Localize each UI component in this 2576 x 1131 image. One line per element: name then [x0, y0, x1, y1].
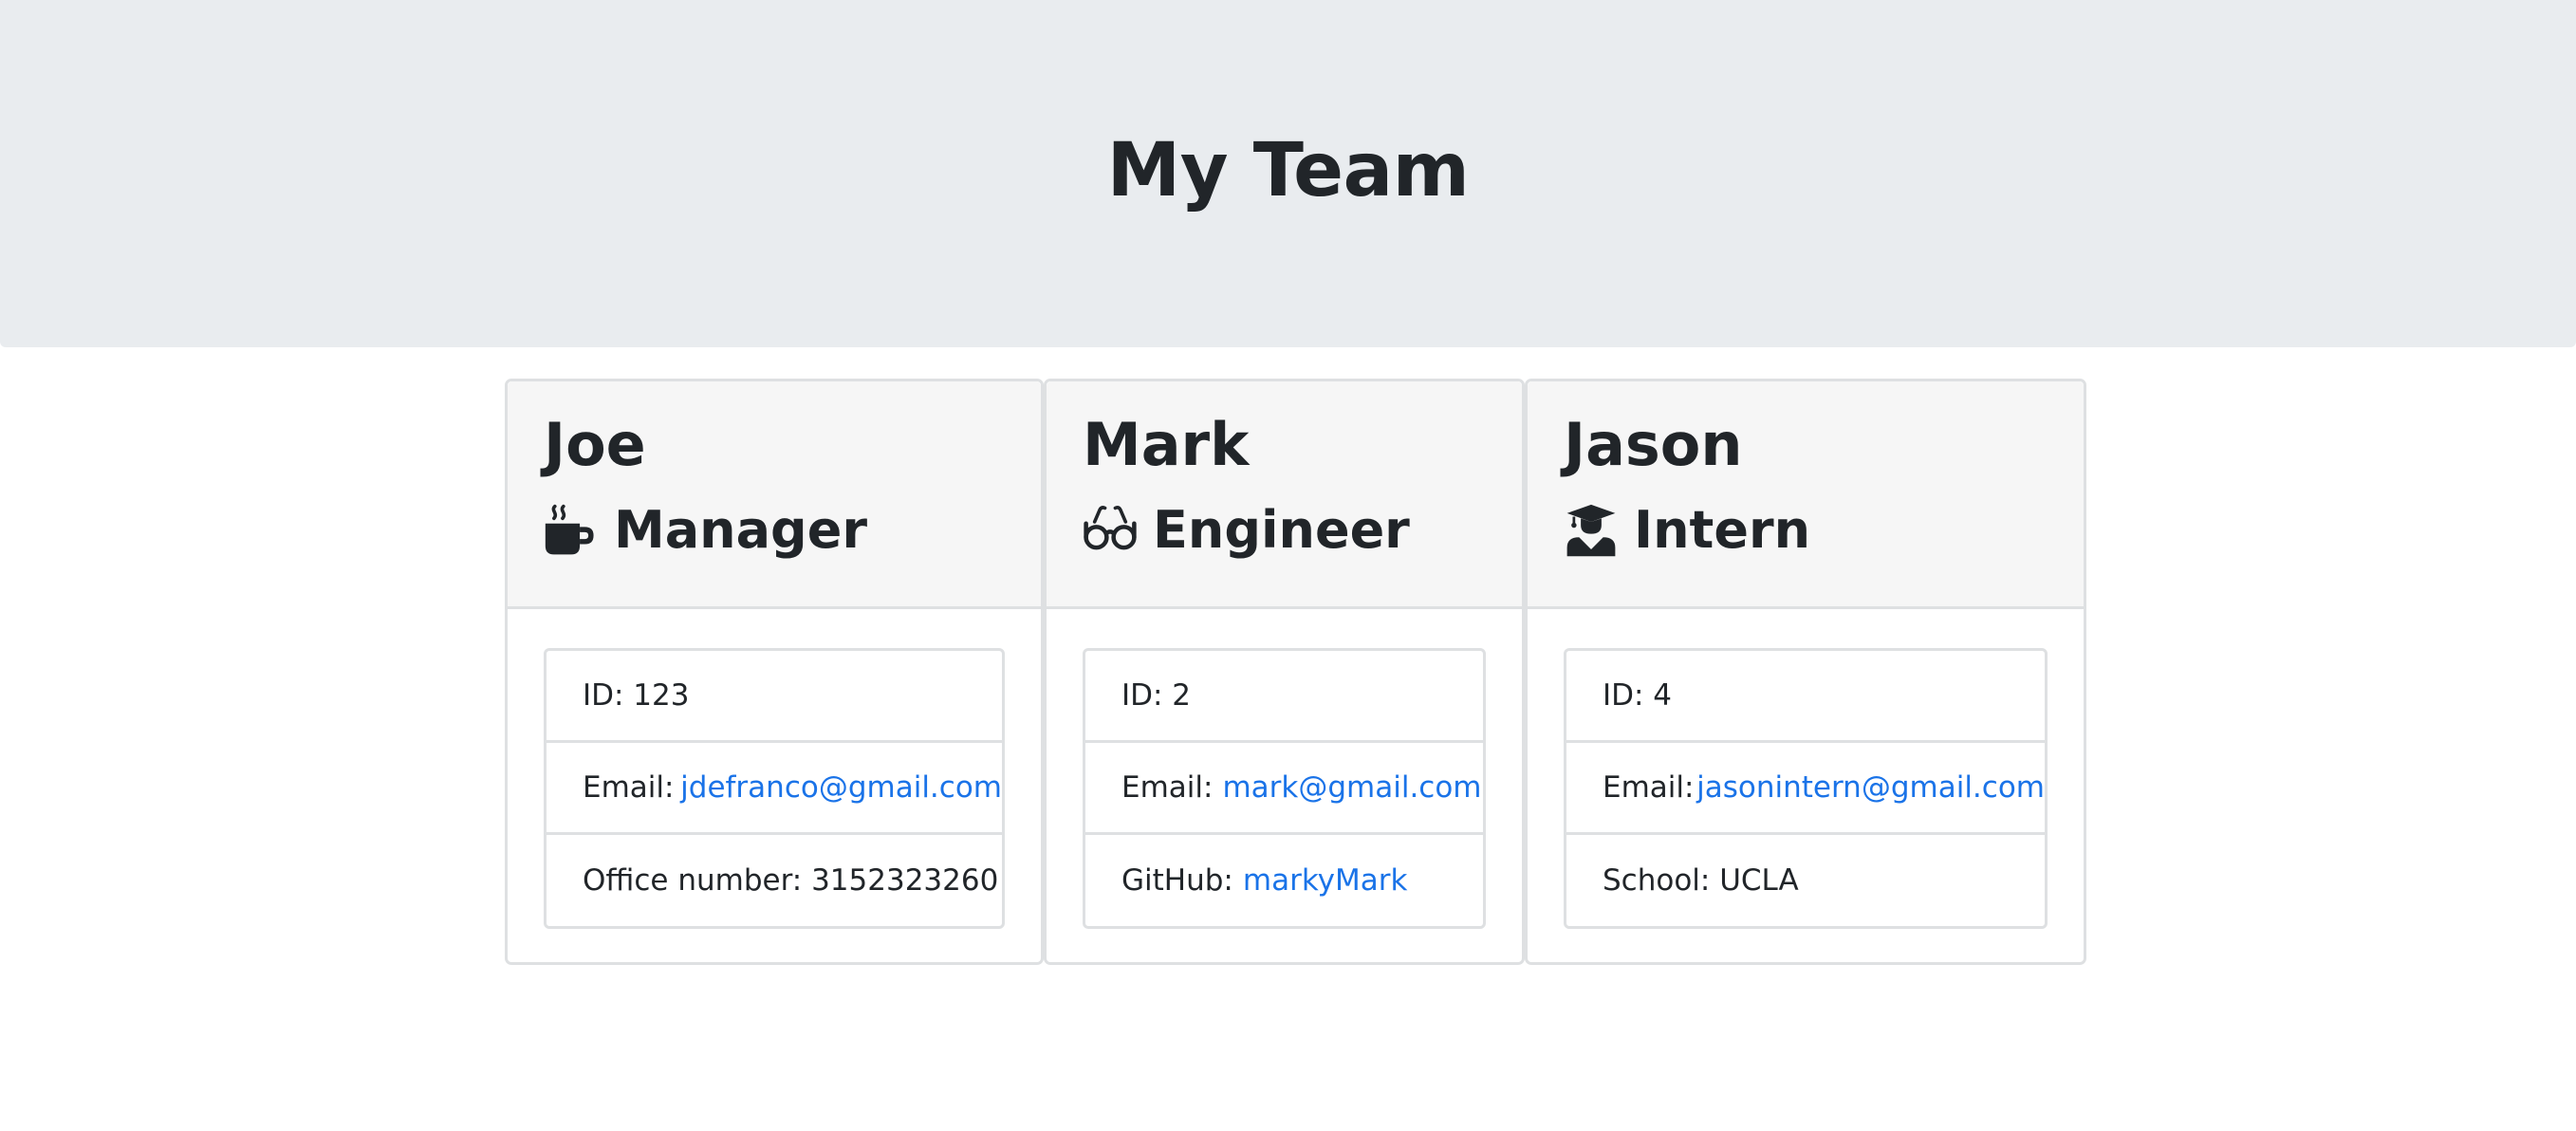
- office-number-label: Office number: 3152323260: [583, 863, 999, 898]
- card-header: Mark Engineer: [1047, 381, 1522, 609]
- github-item: GitHub: markyMark: [1085, 835, 1483, 926]
- header-jumbotron: My Team: [0, 0, 2576, 347]
- email-link[interactable]: jdefranco@gmail.com: [680, 770, 1002, 805]
- glasses-icon: [1084, 506, 1137, 550]
- id-label: ID: 123: [583, 678, 690, 713]
- email-item: Email: mark@gmail.com: [1085, 743, 1483, 835]
- employee-card-manager: Joe Manager ID: 123 Email: jdefranco@gma…: [505, 379, 1044, 965]
- github-link[interactable]: markyMark: [1243, 863, 1408, 898]
- info-list: ID: 2 Email: mark@gmail.com GitHub: mark…: [1083, 648, 1486, 929]
- card-header: Jason Intern: [1528, 381, 2084, 609]
- id-label: ID: 4: [1603, 678, 1673, 713]
- mug-hot-icon: [545, 505, 594, 555]
- school-label: School: UCLA: [1603, 863, 1799, 898]
- email-label: Email:: [1121, 770, 1214, 805]
- employee-card-intern: Jason Intern ID: 4 Email: jasonintern@gm…: [1525, 379, 2086, 965]
- email-label: Email:: [583, 770, 675, 805]
- email-item: Email: jdefranco@gmail.com: [547, 743, 1002, 835]
- github-label: GitHub:: [1121, 863, 1233, 898]
- email-item: Email: jasonintern@gmail.com: [1566, 743, 2045, 835]
- card-header: Joe Manager: [508, 381, 1041, 609]
- id-item: ID: 123: [547, 651, 1002, 743]
- id-item: ID: 2: [1085, 651, 1483, 743]
- id-label: ID: 2: [1121, 678, 1192, 713]
- employee-name: Jason: [1564, 410, 1743, 479]
- email-link[interactable]: jasonintern@gmail.com: [1696, 770, 2045, 805]
- user-graduate-icon: [1566, 505, 1616, 557]
- employee-role: Manager: [544, 500, 867, 562]
- role-label: Intern: [1634, 500, 1811, 560]
- info-list: ID: 4 Email: jasonintern@gmail.com Schoo…: [1564, 648, 2048, 929]
- office-number-item: Office number: 3152323260: [547, 835, 1002, 926]
- email-label: Email:: [1603, 770, 1695, 805]
- school-item: School: UCLA: [1566, 835, 2045, 926]
- info-list: ID: 123 Email: jdefranco@gmail.com Offic…: [544, 648, 1005, 929]
- employee-role: Intern: [1564, 500, 1810, 562]
- role-label: Engineer: [1153, 500, 1410, 560]
- employee-card-engineer: Mark Engineer ID: 2 Email: mark@gmail.co…: [1044, 379, 1525, 965]
- page-title: My Team: [1106, 128, 1470, 213]
- email-link[interactable]: mark@gmail.com: [1222, 770, 1481, 805]
- employee-role: Engineer: [1083, 500, 1410, 562]
- employee-name: Joe: [544, 410, 646, 479]
- role-label: Manager: [614, 500, 867, 560]
- employee-name: Mark: [1083, 410, 1250, 479]
- id-item: ID: 4: [1566, 651, 2045, 743]
